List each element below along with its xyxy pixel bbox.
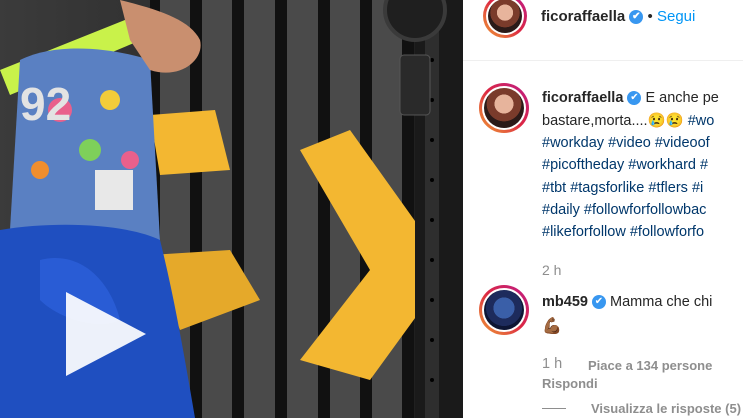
replies-divider <box>542 408 566 409</box>
dot-separator: • <box>647 8 653 25</box>
hashtag-link[interactable]: #i <box>692 180 703 196</box>
header-divider <box>463 60 743 61</box>
reply-button[interactable]: Rispondi <box>542 376 598 391</box>
caption-timestamp[interactable]: 2 h <box>542 262 561 278</box>
svg-text:92: 92 <box>20 78 71 130</box>
hashtag-line: #likeforfollow #followforfo <box>542 224 704 240</box>
hashtag-line: #daily #followforfollowbac <box>542 202 706 218</box>
author-username[interactable]: ficoraffaella <box>541 8 625 25</box>
post-author-row: ficoraffaella ✔ • Segui <box>541 8 695 25</box>
hashtag-link[interactable]: #workhard <box>628 157 696 173</box>
hashtag-link[interactable]: #tflers <box>648 180 688 196</box>
hashtag-link[interactable]: #followforfo <box>630 224 704 240</box>
verified-badge-icon: ✔ <box>591 295 606 310</box>
view-replies-button[interactable]: Visualizza le risposte (5) <box>591 401 741 416</box>
caption-text-2: bastare,morta....😢😢 <box>542 113 684 129</box>
hashtag-link[interactable]: #videoof <box>655 135 710 151</box>
verified-badge-icon: ✔ <box>627 91 642 106</box>
hashtag-link[interactable]: #likeforfollow <box>542 224 626 240</box>
hashtag-link[interactable]: #wo <box>688 113 715 129</box>
play-button[interactable] <box>58 292 148 382</box>
commenter-avatar[interactable] <box>479 285 529 335</box>
verified-badge-icon: ✔ <box>629 10 644 25</box>
hashtag-link[interactable]: #daily <box>542 202 580 218</box>
hashtag-link[interactable]: #picoftheday <box>542 157 624 173</box>
follow-button[interactable]: Segui <box>657 8 695 25</box>
post-side-panel: ficoraffaella ✔ • Segui ficoraffaella ✔ … <box>463 0 743 418</box>
author-avatar[interactable] <box>483 0 527 38</box>
post-video[interactable]: 92 <box>0 0 463 418</box>
hashtag-link[interactable]: #tbt <box>542 180 566 196</box>
hashtag-link[interactable]: #followforfollowbac <box>584 202 707 218</box>
hashtag-line: #picoftheday #workhard # <box>542 157 708 173</box>
comment-text: Mamma che chi <box>610 294 713 310</box>
hashtag-link[interactable]: #video <box>608 135 651 151</box>
hashtag-link[interactable]: # <box>700 157 708 173</box>
comment-emoji: 💪🏾 <box>542 318 562 335</box>
caption-first-line: ficoraffaella ✔ E anche pe <box>542 90 719 106</box>
hashtag-line: #tbt #tagsforlike #tflers #i <box>542 180 703 196</box>
hashtag-link[interactable]: #workday <box>542 135 604 151</box>
caption-username[interactable]: ficoraffaella <box>542 90 623 106</box>
caption-line-2: bastare,morta....😢😢 #wo <box>542 112 714 129</box>
comment-likes-count[interactable]: Piace a 134 persone <box>588 358 712 373</box>
comment-timestamp[interactable]: 1 h <box>542 356 562 372</box>
hashtag-line: #workday #video #videoof <box>542 135 710 151</box>
commenter-username[interactable]: mb459 <box>542 294 588 310</box>
caption-avatar[interactable] <box>479 83 529 133</box>
caption-text: E anche pe <box>645 90 719 106</box>
comment-row: mb459 ✔ Mamma che chi <box>542 294 712 310</box>
play-icon <box>66 292 146 376</box>
hashtag-link[interactable]: #tagsforlike <box>570 180 644 196</box>
